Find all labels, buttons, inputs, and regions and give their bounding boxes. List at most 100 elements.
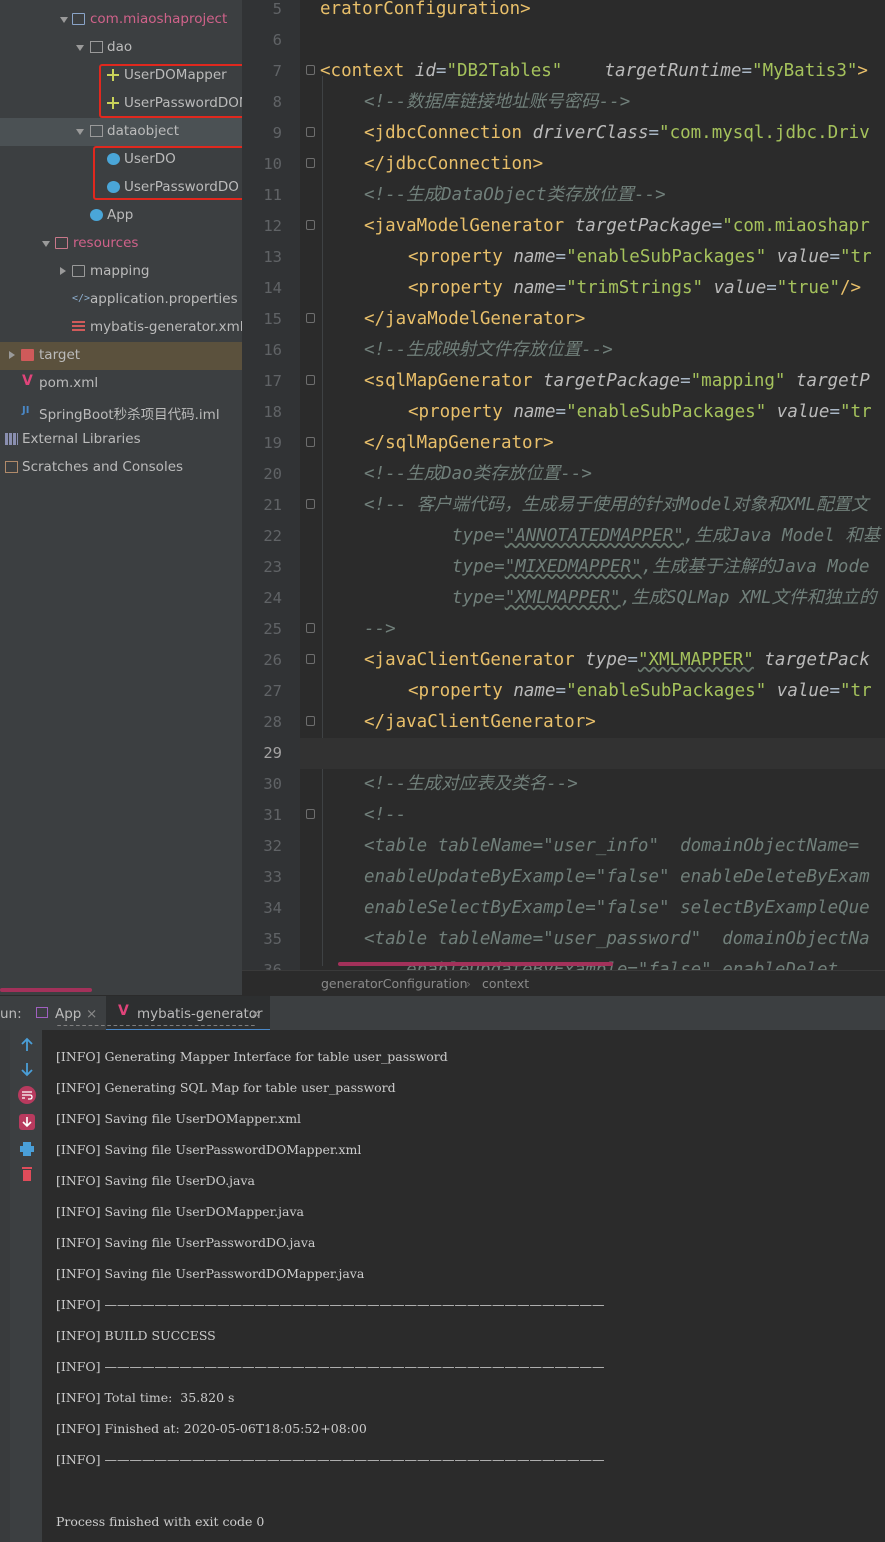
code-line-11[interactable]: <!--生成DataObject类存放位置--> <box>300 180 885 211</box>
code-line-33[interactable]: enableUpdateByExample="false" enableDele… <box>300 862 885 893</box>
line-number: 24 <box>263 589 282 607</box>
chevron-down-icon[interactable] <box>76 45 84 51</box>
console-line-partial: ¯¯¯¯¯¯¯¯¯¯¯¯¯¯¯¯¯¯¯¯¯¯¯¯¯¯¯¯¯¯¯¯ <box>56 1022 256 1037</box>
tree-item-scratches[interactable]: Scratches and Consoles <box>0 454 242 482</box>
code-line-10[interactable]: </jdbcConnection> <box>300 149 885 180</box>
code-editor[interactable]: eratorConfiguration> <context id="DB2Tab… <box>300 0 885 970</box>
tree-item-app[interactable]: App <box>0 202 242 230</box>
up-arrow-icon[interactable] <box>18 1036 36 1054</box>
chevron-down-icon[interactable] <box>42 241 50 247</box>
code-token: = <box>766 278 777 298</box>
scroll-to-end-icon[interactable] <box>18 1113 36 1131</box>
scratches-icon <box>5 461 18 473</box>
console-line: [INFO] Generating SQL Map for table user… <box>56 1080 396 1095</box>
code-token: = <box>494 557 505 577</box>
console-line: [INFO] Total time: 35.820 s <box>56 1390 235 1405</box>
code-token: = <box>435 61 447 81</box>
code-token: = <box>555 278 567 298</box>
chevron-right-icon[interactable] <box>9 351 15 359</box>
code-line-35[interactable]: <table tableName="user_password" domainO… <box>300 924 885 955</box>
line-number: 9 <box>272 124 282 142</box>
code-line-26[interactable]: <javaClientGenerator type="XMLMAPPER" ta… <box>300 645 885 676</box>
breadcrumb-item[interactable]: generatorConfiguration <box>321 976 468 991</box>
tree-item-target[interactable]: target <box>0 342 242 370</box>
code-line-22[interactable]: type="ANNOTATEDMAPPER",生成Java Model 和基 <box>300 521 885 552</box>
soft-wrap-icon[interactable] <box>18 1086 36 1104</box>
code-line-7[interactable]: <context id="DB2Tables" targetRuntime="M… <box>300 56 885 87</box>
down-arrow-icon[interactable] <box>18 1060 36 1078</box>
code-line-29[interactable] <box>300 738 885 769</box>
code-line-24[interactable]: type="XMLMAPPER",生成SQLMap XML文件和独立的 <box>300 583 885 614</box>
code-line-8[interactable]: <!--数据库链接地址账号密码--> <box>300 87 885 118</box>
code-token: = <box>555 681 567 701</box>
code-token: <!-- <box>364 805 407 825</box>
tree-item-dao[interactable]: dao <box>0 34 242 62</box>
breadcrumb-item[interactable]: context <box>482 976 529 991</box>
code-line-32[interactable]: <table tableName="user_info" domainObjec… <box>300 831 885 862</box>
code-line-23[interactable]: type="MIXEDMAPPER",生成基于注解的Java Mode <box>300 552 885 583</box>
tree-item-mapping[interactable]: mapping <box>0 258 242 286</box>
line-number: 35 <box>263 930 282 948</box>
line-number: 30 <box>263 775 282 793</box>
close-icon[interactable]: × <box>86 1006 97 1022</box>
code-line-17[interactable]: <sqlMapGenerator targetPackage="mapping"… <box>300 366 885 397</box>
breadcrumb-separator-icon: › <box>466 976 471 991</box>
code-line-28[interactable]: </javaClientGenerator> <box>300 707 885 738</box>
tree-item-resources[interactable]: resources <box>0 230 242 258</box>
code-line-18[interactable]: <property name="enableSubPackages" value… <box>300 397 885 428</box>
chevron-right-icon[interactable] <box>60 267 66 275</box>
code-token: "tr <box>840 402 872 422</box>
tree-item-dataobject[interactable]: dataobject <box>0 118 242 146</box>
console-output[interactable]: ¯¯¯¯¯¯¯¯¯¯¯¯¯¯¯¯¯¯¯¯¯¯¯¯¯¯¯¯¯¯¯¯ [INFO] … <box>42 1022 885 1542</box>
line-number: 31 <box>263 806 282 824</box>
tree-item-iml[interactable]: JI SpringBoot秒杀项目代码.iml <box>0 398 242 426</box>
code-token: "com.mysql.jdbc.Driv <box>659 123 870 143</box>
code-line-5[interactable]: eratorConfiguration> <box>300 0 885 25</box>
tree-item-pom-xml[interactable]: V pom.xml <box>0 370 242 398</box>
code-line-6[interactable] <box>300 25 885 56</box>
console-line: [INFO] BUILD SUCCESS <box>56 1328 216 1343</box>
line-number: 27 <box>263 682 282 700</box>
code-line-34[interactable]: enableSelectByExample="false" selectByEx… <box>300 893 885 924</box>
code-line-31[interactable]: <!-- <box>300 800 885 831</box>
code-token: ,生成Java Model 和基 <box>683 526 881 546</box>
close-icon[interactable]: × <box>250 1006 261 1022</box>
chevron-down-icon[interactable] <box>76 129 84 135</box>
code-line-16[interactable]: <!--生成映射文件存放位置--> <box>300 335 885 366</box>
chevron-down-icon[interactable] <box>60 17 68 23</box>
code-line-30[interactable]: <!--生成对应表及类名--> <box>300 769 885 800</box>
code-line-25[interactable]: --> <box>300 614 885 645</box>
code-token: <jdbcConnection <box>364 123 523 143</box>
code-token: <property <box>408 402 503 422</box>
console-separator: [INFO] —————————————————————————————————… <box>56 1297 605 1312</box>
code-line-27[interactable]: <property name="enableSubPackages" value… <box>300 676 885 707</box>
code-line-20[interactable]: <!--生成Dao类存放位置--> <box>300 459 885 490</box>
trash-icon[interactable] <box>18 1165 36 1183</box>
tree-item-external-libraries[interactable]: External Libraries <box>0 426 242 454</box>
code-token: type <box>452 588 495 608</box>
run-tab-app[interactable]: App <box>55 1006 81 1022</box>
code-line-15[interactable]: </javaModelGenerator> <box>300 304 885 335</box>
code-token: = <box>741 61 753 81</box>
line-number: 33 <box>263 868 282 886</box>
code-line-9[interactable]: <jdbcConnection driverClass="com.mysql.j… <box>300 118 885 149</box>
tree-item-mybatis-generator-xml[interactable]: mybatis-generator.xml <box>0 314 242 342</box>
tree-item-com-miaoshaproject[interactable]: com.miaoshaproject <box>0 6 242 34</box>
print-icon[interactable] <box>18 1140 36 1158</box>
console-separator: [INFO] —————————————————————————————————… <box>56 1359 605 1374</box>
code-line-13[interactable]: <property name="enableSubPackages" value… <box>300 242 885 273</box>
code-token: targetP <box>785 371 870 391</box>
code-line-21[interactable]: <!-- 客户端代码，生成易于使用的针对Model对象和XML配置文 <box>300 490 885 521</box>
line-number: 17 <box>263 372 282 390</box>
tree-item-application-properties[interactable]: </> application.properties <box>0 286 242 314</box>
code-line-14[interactable]: <property name="trimStrings" value="true… <box>300 273 885 304</box>
code-line-19[interactable]: </sqlMapGenerator> <box>300 428 885 459</box>
code-line-12[interactable]: <javaModelGenerator targetPackage="com.m… <box>300 211 885 242</box>
code-token: "mapping" <box>690 371 786 391</box>
